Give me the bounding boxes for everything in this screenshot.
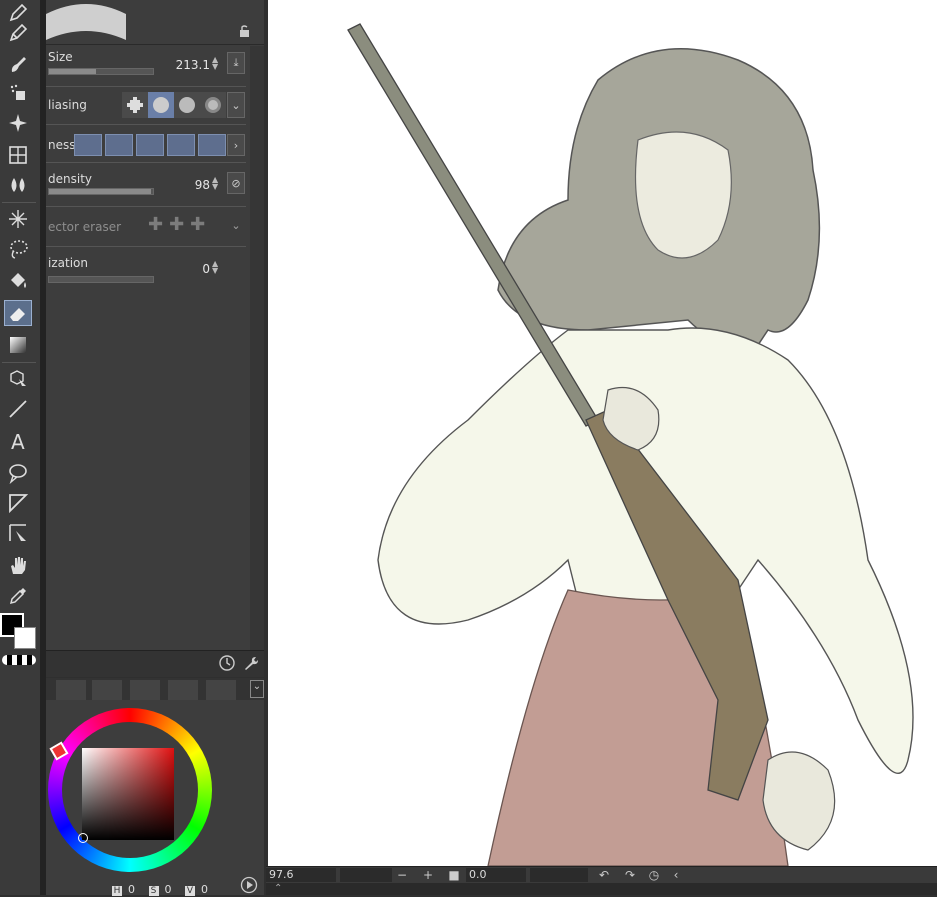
brush-density-pressure-icon[interactable]: ⊘ [227,172,245,194]
sv-marker[interactable] [78,833,88,843]
reset-rotation-icon[interactable]: ◷ [646,867,662,883]
aa-weak-icon[interactable] [148,92,174,118]
frame-icon[interactable] [4,142,32,168]
brush-density-spinner[interactable]: ▲ ▼ [212,176,220,191]
flip-icon[interactable]: ‹ [668,867,684,883]
color-tabs-menu-icon[interactable]: ⌄ [250,680,264,698]
eyedropper-icon[interactable] [4,582,32,608]
tool-strip: A [0,0,40,895]
canvas-status-bar: 97.6 − + ■ 0.0 ↶ ↷ ◷ ‹ [266,866,937,884]
hardness-label: ness [48,138,76,152]
tool-property-panel: Size 213.1 ▲ ▼ ⤓ liasing ⌄ ness › density… [46,0,264,650]
fill-icon[interactable] [4,268,32,294]
tab-history[interactable] [206,680,236,700]
rotate-right-icon[interactable]: ↷ [622,867,638,883]
brush-preview [46,0,264,45]
tab-animation[interactable] [168,680,198,700]
color-panel-tabs: ⌄ [46,678,264,700]
decoration-icon[interactable] [4,110,32,136]
ruler-icon[interactable] [4,490,32,516]
color-wheel-panel: H0 S0 V0 [46,700,264,896]
hardness-level-5[interactable] [198,134,226,156]
aa-strong-icon[interactable] [200,92,226,118]
saturation-value-square[interactable] [82,748,174,840]
tool-property-scrollbar[interactable] [250,46,264,650]
line-icon[interactable] [4,396,32,422]
hsv-readout: H0 S0 V0 [112,883,208,896]
airbrush-icon[interactable] [4,80,32,106]
brush-size-value[interactable]: 213.1 [166,58,210,72]
reset-clock-icon[interactable] [218,654,236,672]
wrench-icon[interactable] [242,654,260,672]
operation-icon[interactable] [4,366,32,392]
text-icon[interactable]: A [4,428,32,454]
lasso-icon[interactable] [4,236,32,262]
eraser-icon[interactable] [4,300,32,326]
brush-icon[interactable] [4,52,32,78]
stabilization-label: ization [48,256,88,270]
pencil-icon[interactable] [4,20,32,46]
stabilization-value[interactable]: 0 [166,262,210,276]
brush-size-label: Size [48,50,73,64]
tab-color-wheel[interactable] [56,680,86,700]
hand-icon[interactable] [4,552,32,578]
lock-icon[interactable] [238,24,252,38]
balloon-icon[interactable] [4,460,32,486]
vector-eraser-label: ector eraser [48,220,122,234]
tab-color-set[interactable] [92,680,122,700]
bottom-bar: ⌃ [266,883,937,895]
drawing-canvas[interactable] [268,0,937,866]
hardness-level-4[interactable] [167,134,195,156]
transparent-color-swatch[interactable] [2,655,36,665]
brush-density-label: density [48,172,92,186]
hardness-level-2[interactable] [105,134,133,156]
tab-intermediate-color[interactable] [130,680,160,700]
gradient-icon[interactable] [4,332,32,358]
anti-aliasing-label: liasing [48,98,87,112]
stabilization-slider[interactable] [48,276,154,283]
sub-color-swatch[interactable] [14,627,36,649]
vector-eraser-modes[interactable]: ✚✚✚ [148,214,224,238]
zoom-slider[interactable] [340,868,392,882]
anti-aliasing-dropdown-icon[interactable]: ⌄ [227,92,245,118]
svg-text:A: A [11,430,25,452]
play-icon[interactable] [240,876,258,894]
hardness-level-3[interactable] [136,134,164,156]
vector-eraser-dropdown-icon[interactable]: ⌄ [227,214,245,236]
brush-density-value[interactable]: 98 [166,178,210,192]
zoom-field[interactable]: 97.6 [266,868,336,882]
fit-icon[interactable]: ■ [446,867,462,883]
hardness-level-1[interactable] [74,134,102,156]
zoom-in-icon[interactable]: + [420,867,436,883]
blend-icon[interactable] [4,172,32,198]
aa-medium-icon[interactable] [174,92,200,118]
rotation-slider[interactable] [530,868,588,882]
brush-size-preset-icon[interactable]: ⤓ [227,52,245,74]
brush-size-slider[interactable] [48,68,154,75]
aa-none-icon[interactable] [122,92,148,118]
rotation-field[interactable]: 0.0 [466,868,526,882]
hardness-expand-icon[interactable]: › [227,134,245,156]
auto-select-icon[interactable] [4,206,32,232]
tool-property-footer [46,650,264,677]
artwork [347,23,914,866]
brush-density-slider[interactable] [48,188,154,195]
stabilization-spinner[interactable]: ▲ ▼ [212,260,220,275]
expand-up-icon[interactable]: ⌃ [274,883,282,895]
rotate-left-icon[interactable]: ↶ [596,867,612,883]
brush-size-spinner[interactable]: ▲ ▼ [212,56,220,71]
zoom-out-icon[interactable]: − [394,867,410,883]
correct-line-icon[interactable] [4,520,32,546]
